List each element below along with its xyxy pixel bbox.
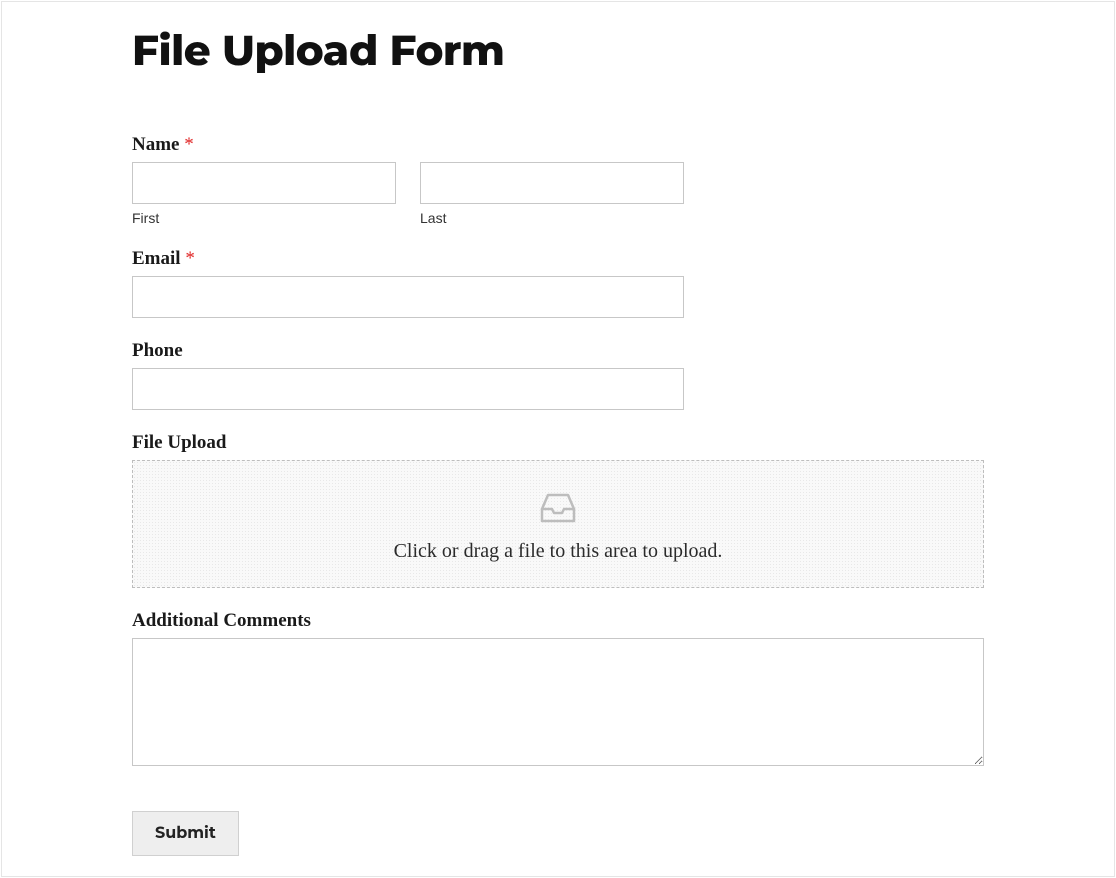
file-upload-field: File Upload Click or drag a file to this… <box>132 432 984 588</box>
page-title: File Upload Form <box>132 24 984 76</box>
name-label-text: Name <box>132 134 179 155</box>
form-content: File Upload Form Name * First Last E <box>2 2 1114 876</box>
name-row: First Last <box>132 162 684 226</box>
email-label-text: Email <box>132 248 181 269</box>
name-label: Name * <box>132 134 984 156</box>
first-name-sublabel: First <box>132 210 396 226</box>
phone-label: Phone <box>132 340 984 362</box>
comments-label: Additional Comments <box>132 610 984 632</box>
page-container: File Upload Form Name * First Last E <box>1 1 1115 877</box>
phone-input[interactable] <box>132 368 684 410</box>
comments-textarea[interactable] <box>132 638 984 766</box>
name-field: Name * First Last <box>132 134 984 226</box>
email-label: Email * <box>132 248 984 270</box>
required-marker: * <box>185 248 195 269</box>
phone-field: Phone <box>132 340 984 410</box>
comments-field: Additional Comments <box>132 610 984 771</box>
file-dropzone[interactable]: Click or drag a file to this area to upl… <box>132 460 984 588</box>
last-name-input[interactable] <box>420 162 684 204</box>
inbox-icon <box>538 489 578 530</box>
first-name-input[interactable] <box>132 162 396 204</box>
last-name-col: Last <box>420 162 684 226</box>
dropzone-text: Click or drag a file to this area to upl… <box>149 540 967 563</box>
file-upload-label: File Upload <box>132 432 984 454</box>
email-input[interactable] <box>132 276 684 318</box>
first-name-col: First <box>132 162 396 226</box>
required-marker: * <box>184 134 194 155</box>
submit-button[interactable]: Submit <box>132 811 239 856</box>
email-field: Email * <box>132 248 984 318</box>
last-name-sublabel: Last <box>420 210 684 226</box>
